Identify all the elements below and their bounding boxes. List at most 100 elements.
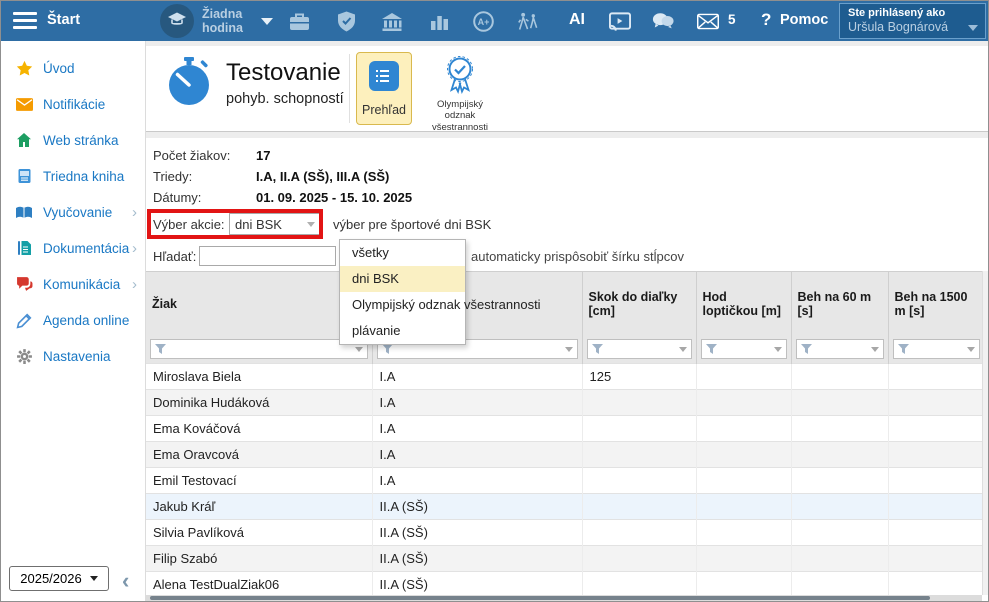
lesson-button[interactable] [160, 4, 194, 38]
cell-beh1500[interactable] [888, 572, 984, 598]
filter-beh1500[interactable] [893, 339, 981, 359]
table-row[interactable]: Filip Szabó II.A (SŠ) [146, 546, 984, 572]
cell-beh1500[interactable] [888, 494, 984, 520]
grades-a-plus-icon[interactable]: A+ [472, 11, 494, 32]
action-select[interactable]: dni BSK [229, 213, 321, 235]
sidebar-item-vyucovanie[interactable]: Vyučovanie › [1, 194, 145, 230]
table-row[interactable]: Ema Oravcová I.A [146, 442, 984, 468]
sidebar-item-komunikacia[interactable]: Komunikácia › [1, 266, 145, 302]
cell-hod[interactable] [696, 546, 791, 572]
table-row[interactable]: Dominika Hudáková I.A [146, 390, 984, 416]
cell-beh60[interactable] [791, 364, 888, 390]
filter-beh60[interactable] [796, 339, 884, 359]
cell-skok[interactable] [582, 442, 696, 468]
cell-beh60[interactable] [791, 494, 888, 520]
cell-skok[interactable] [582, 390, 696, 416]
user-menu[interactable]: Ste prihlásený ako Uršula Bognárová [839, 3, 986, 39]
cell-beh60[interactable] [791, 390, 888, 416]
help-button[interactable]: Pomoc [780, 12, 828, 28]
sidebar-item-triedna-kniha[interactable]: Triedna kniha [1, 158, 145, 194]
walking-people-icon[interactable] [517, 11, 539, 32]
table-row[interactable]: Alena TestDualZiak06 II.A (SŠ) [146, 572, 984, 598]
cell-skok[interactable] [582, 468, 696, 494]
cell-beh60[interactable] [791, 520, 888, 546]
horizontal-scrollbar[interactable] [146, 595, 982, 601]
table-row[interactable]: Emil Testovací I.A [146, 468, 984, 494]
cell-hod[interactable] [696, 494, 791, 520]
cell-skok[interactable] [582, 494, 696, 520]
cell-beh60[interactable] [791, 546, 888, 572]
column-header-beh1500[interactable]: Beh na 1500 m [s] [888, 272, 984, 336]
cell-beh1500[interactable] [888, 390, 984, 416]
column-header-hod[interactable]: Hod loptičkou [m] [696, 272, 791, 336]
cell-beh1500[interactable] [888, 520, 984, 546]
institution-icon[interactable] [381, 11, 403, 32]
ai-button[interactable]: AI [569, 11, 585, 29]
medal-icon [443, 56, 477, 99]
table-row[interactable]: Jakub Kráľ II.A (SŠ) [146, 494, 984, 520]
bar-chart-icon[interactable] [428, 11, 450, 32]
cell-hod[interactable] [696, 390, 791, 416]
cell-trieda: I.A [372, 442, 582, 468]
cell-hod[interactable] [696, 468, 791, 494]
help-question-icon[interactable]: ? [761, 10, 771, 30]
cell-hod[interactable] [696, 520, 791, 546]
dropdown-option[interactable]: dni BSK [340, 266, 465, 292]
sidebar-item-agenda-online[interactable]: Agenda online [1, 302, 145, 338]
table-row[interactable]: Silvia Pavlíková II.A (SŠ) [146, 520, 984, 546]
chat-bubbles-icon[interactable] [652, 11, 674, 32]
dropdown-option[interactable]: Olympijský odznak všestrannosti [340, 292, 465, 318]
cell-beh1500[interactable] [888, 468, 984, 494]
shield-check-icon[interactable] [335, 11, 357, 32]
start-button[interactable]: Štart [47, 12, 80, 28]
cell-skok[interactable] [582, 520, 696, 546]
filter-ziak[interactable] [150, 339, 368, 359]
menu-icon[interactable] [13, 12, 37, 33]
filter-hod[interactable] [701, 339, 787, 359]
column-header-beh60[interactable]: Beh na 60 m [s] [791, 272, 888, 336]
cast-screen-icon[interactable] [609, 11, 631, 32]
cell-beh1500[interactable] [888, 442, 984, 468]
cell-beh60[interactable] [791, 416, 888, 442]
table-row[interactable]: Ema Kováčová I.A [146, 416, 984, 442]
dropdown-option[interactable]: plávanie [340, 318, 465, 344]
cell-beh1500[interactable] [888, 364, 984, 390]
chevron-right-icon: › [132, 240, 137, 257]
tab-olympijsky-odznak[interactable]: Olympijský odznak všestrannosti [422, 52, 498, 125]
stopwatch-icon [164, 57, 214, 114]
mail-icon[interactable] [697, 11, 719, 32]
dropdown-option[interactable]: všetky [340, 240, 465, 266]
cell-skok[interactable] [582, 546, 696, 572]
cell-beh1500[interactable] [888, 546, 984, 572]
search-input[interactable] [199, 246, 336, 266]
sidebar-item-uvod[interactable]: Úvod [1, 50, 145, 86]
cell-hod[interactable] [696, 572, 791, 598]
sidebar-item-nastavenia[interactable]: Nastavenia [1, 338, 145, 374]
chevron-down-icon[interactable] [261, 18, 273, 25]
cell-skok[interactable] [582, 572, 696, 598]
column-header-skok[interactable]: Skok do diaľky [cm] [582, 272, 696, 336]
vertical-scrollbar[interactable] [982, 271, 988, 595]
page-title: Testovanie [226, 59, 341, 87]
scrollbar-thumb[interactable] [150, 596, 930, 600]
autofit-columns-label[interactable]: automaticky prispôsobiť šírku stĺpcov [471, 249, 684, 264]
lesson-status-label[interactable]: Žiadna hodina [202, 8, 258, 36]
collapse-sidebar-button[interactable]: ‹ [122, 570, 129, 592]
cell-hod[interactable] [696, 364, 791, 390]
cell-skok[interactable] [582, 416, 696, 442]
sidebar-item-dokumentacia[interactable]: Dokumentácia › [1, 230, 145, 266]
cell-beh60[interactable] [791, 572, 888, 598]
table-row[interactable]: Miroslava Biela I.A 125 [146, 364, 984, 390]
cell-beh1500[interactable] [888, 416, 984, 442]
cell-skok[interactable]: 125 [582, 364, 696, 390]
sidebar-item-notifikacie[interactable]: Notifikácie [1, 86, 145, 122]
cell-beh60[interactable] [791, 442, 888, 468]
tab-prehlad[interactable]: Prehľad [356, 52, 412, 125]
cell-hod[interactable] [696, 442, 791, 468]
filter-skok[interactable] [587, 339, 692, 359]
sidebar-item-web-stranka[interactable]: Web stránka [1, 122, 145, 158]
briefcase-icon[interactable] [288, 11, 310, 32]
cell-beh60[interactable] [791, 468, 888, 494]
cell-hod[interactable] [696, 416, 791, 442]
school-year-select[interactable]: 2025/2026 [9, 566, 109, 591]
